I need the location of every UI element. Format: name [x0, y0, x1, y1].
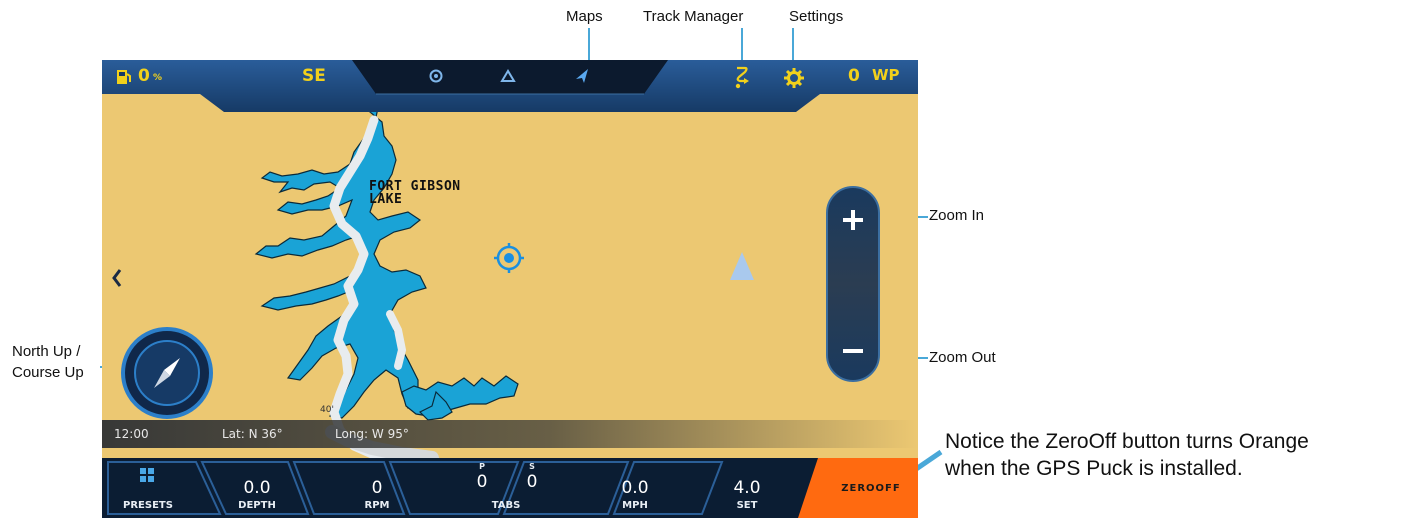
heading-readout: SE — [302, 66, 326, 86]
maps-nav-icon[interactable] — [574, 68, 590, 84]
zerooff-notice: Notice the ZeroOff button turns Orange w… — [945, 428, 1309, 482]
status-strip: 12:00 Lat: N 36° Long: W 95° — [102, 420, 918, 448]
waypoints-unit: WP — [872, 66, 900, 84]
zoom-in-button[interactable] — [841, 208, 865, 232]
lake-label-line-2: LAKE — [369, 192, 403, 207]
tabs-starboard-value: 0 — [526, 472, 538, 492]
waypoints-value: 0 — [848, 66, 860, 86]
notice-line-2: when the GPS Puck is installed. — [945, 457, 1243, 480]
lake-label: FORT GIBSON LAKE — [369, 180, 461, 206]
back-chevron-icon[interactable] — [112, 269, 122, 287]
tabs-port-label: P — [479, 462, 485, 471]
fuel-icon — [117, 70, 131, 84]
annotation-settings: Settings — [789, 8, 844, 25]
annotation-zoom-in: Zoom In — [929, 207, 985, 224]
nautical-map[interactable]: 40' — [102, 60, 918, 518]
compass-button[interactable] — [120, 326, 214, 420]
lake-water — [254, 106, 519, 421]
fuel-unit: % — [153, 73, 163, 83]
zerooff-button[interactable]: ZEROOFF — [818, 458, 918, 518]
annotation-maps: Maps — [566, 8, 603, 25]
zerooff-label: ZEROOFF — [841, 483, 901, 494]
tabs-label: TABS — [491, 500, 521, 511]
annotation-north-up: North Up / — [12, 343, 81, 360]
annotation-course-up: Course Up — [12, 364, 84, 381]
track-manager-icon[interactable] — [733, 64, 751, 90]
time-readout: 12:00 — [114, 427, 149, 441]
set-label: SET — [736, 500, 758, 511]
annotation-track-manager: Track Manager — [643, 8, 744, 25]
annotation-zoom-out: Zoom Out — [929, 349, 996, 366]
zoom-out-button[interactable] — [841, 346, 865, 356]
tabs-port-value: 0 — [476, 472, 488, 492]
boat-position-icon — [730, 252, 754, 280]
depth-value: 0.0 — [243, 478, 271, 498]
depth-label: DEPTH — [238, 500, 276, 511]
mph-label: MPH — [622, 500, 648, 511]
fuel-value: 0 — [138, 66, 150, 86]
presets-label: PRESETS — [123, 500, 173, 511]
autopilot-icon[interactable] — [500, 69, 516, 83]
chartplotter-screen: 40' FORT GIBSON LAKE 0 % SE 0 WP 12:00 L… — [102, 60, 918, 518]
mph-value: 0.0 — [621, 478, 649, 498]
tabs-starboard-label: S — [529, 462, 535, 471]
set-value: 4.0 — [733, 478, 761, 498]
rpm-label: RPM — [364, 500, 390, 511]
gps-target-icon[interactable] — [494, 243, 524, 273]
sonar-icon[interactable] — [428, 69, 444, 83]
rpm-value: 0 — [371, 478, 383, 498]
notice-line-1: Notice the ZeroOff button turns Orange — [945, 430, 1309, 453]
longitude-readout: Long: W 95° — [335, 427, 409, 441]
bottom-bar: PRESETS 0.0 DEPTH 0 RPM P S 0 0 TABS 0.0… — [102, 458, 918, 518]
latitude-readout: Lat: N 36° — [222, 427, 283, 441]
depth-marker: 40' — [320, 405, 334, 415]
zoom-control — [826, 186, 880, 382]
settings-gear-icon[interactable] — [784, 68, 804, 88]
